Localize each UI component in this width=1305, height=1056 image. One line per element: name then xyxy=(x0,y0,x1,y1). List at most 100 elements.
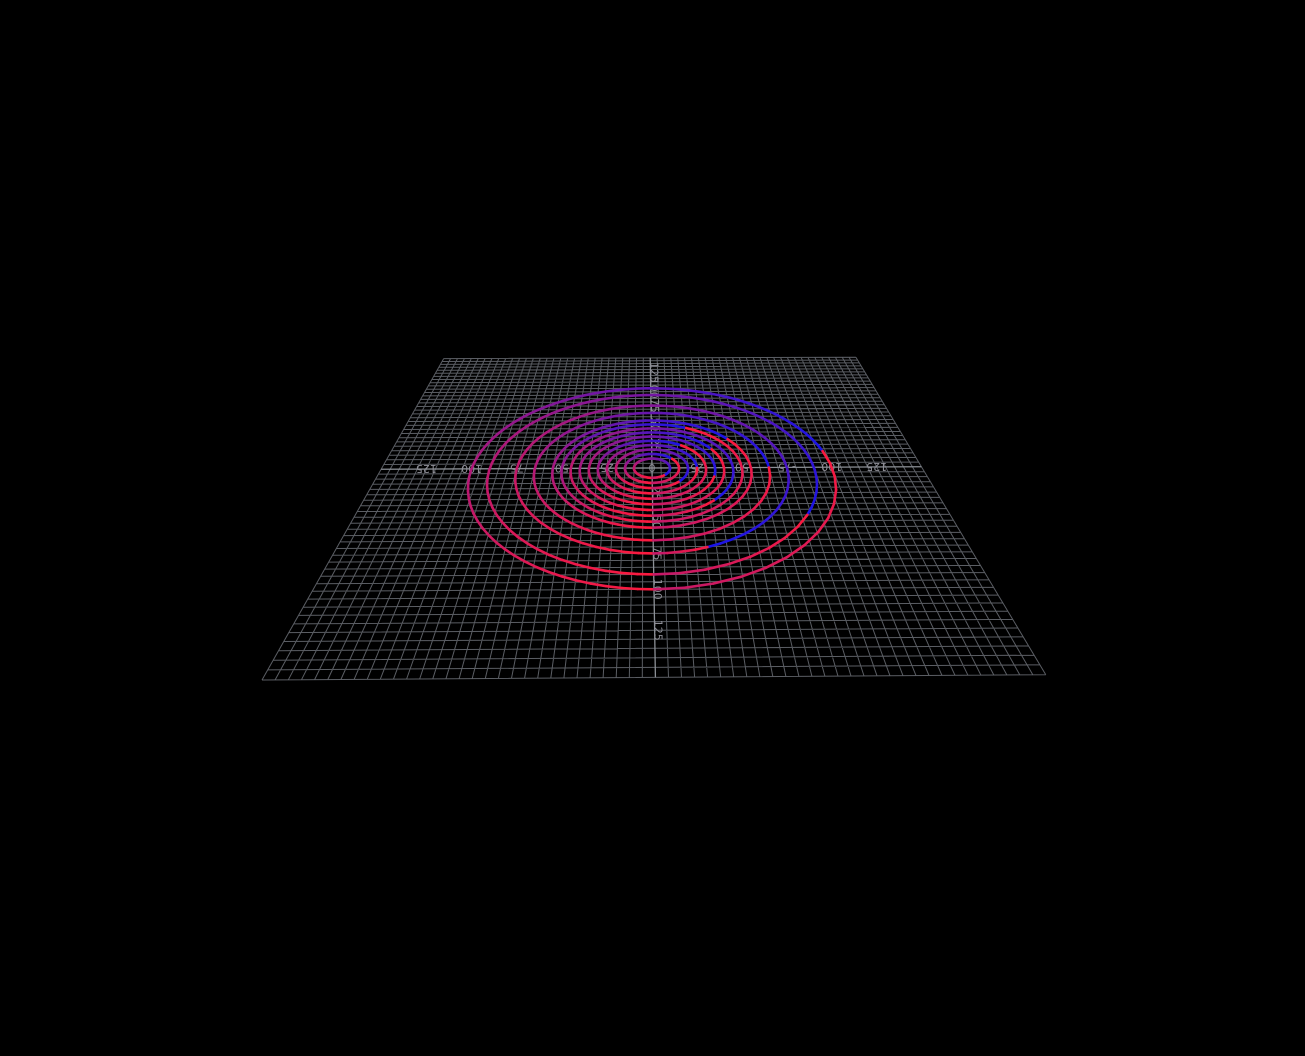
ring-segment xyxy=(625,387,639,391)
ring-segment xyxy=(717,521,734,531)
ring-segment xyxy=(507,528,519,538)
ring-segment xyxy=(731,532,746,541)
ring-segment xyxy=(622,550,640,555)
ring-segment xyxy=(757,405,769,412)
ring-segment xyxy=(629,404,643,408)
x-axis-tick-label: 125 xyxy=(866,460,887,473)
ring-segment xyxy=(685,507,699,513)
ring-segment xyxy=(652,586,686,591)
ring-segment xyxy=(611,394,626,399)
ring-segment xyxy=(651,519,668,524)
ring-segment xyxy=(539,521,552,530)
ring-segment xyxy=(612,535,625,540)
ring-segment xyxy=(667,387,681,391)
ring-segment xyxy=(589,582,608,588)
ring-segment xyxy=(660,474,666,478)
ring-segment xyxy=(693,545,709,552)
ring-segment xyxy=(651,538,673,542)
ring-segment xyxy=(803,530,820,547)
ring-segment xyxy=(693,517,709,524)
ring-segment xyxy=(695,503,708,510)
ring-segment xyxy=(548,527,562,536)
ring-segment xyxy=(547,570,564,578)
ring-segment xyxy=(515,535,529,545)
ring-segment xyxy=(590,397,604,403)
ring-segment xyxy=(604,569,623,575)
ring-segment xyxy=(784,430,794,439)
ring-segment xyxy=(651,513,666,518)
ring-segment xyxy=(667,394,682,398)
ring-segment xyxy=(525,541,539,551)
ring-segment xyxy=(761,515,772,525)
ring-segment xyxy=(661,506,675,511)
ring-segment xyxy=(579,399,593,406)
ring-segment xyxy=(600,396,615,401)
ring-segment xyxy=(674,510,688,516)
ring-segment xyxy=(712,575,743,585)
ring-segment xyxy=(663,512,678,517)
ring-segment xyxy=(731,405,745,412)
ring-segment xyxy=(481,526,491,537)
ring-segment xyxy=(652,571,682,576)
ring-segment xyxy=(603,533,616,539)
ring-segment xyxy=(764,482,771,495)
ring-segment xyxy=(665,524,683,529)
ring-segment xyxy=(622,537,635,541)
x-axis-tick-label: 125 xyxy=(416,462,437,475)
scene-canvas: 12510075502502550-7510012512510075502525… xyxy=(261,356,1047,681)
ring-segment xyxy=(512,554,527,563)
ring-segment xyxy=(693,407,707,413)
ring-segment xyxy=(614,387,628,392)
ring-segment xyxy=(620,586,640,591)
ring-segment xyxy=(593,390,607,395)
ring-segment xyxy=(622,394,637,398)
ring-segment xyxy=(702,527,721,536)
ring-segment xyxy=(660,501,672,506)
ring-segment xyxy=(586,528,598,535)
ring-segment xyxy=(677,388,691,392)
ring-segment xyxy=(698,390,712,395)
ring-segment xyxy=(710,503,722,511)
ring-segment xyxy=(661,404,676,408)
ring-segment xyxy=(664,518,680,523)
ring-segment xyxy=(619,571,639,576)
ring-segment xyxy=(747,402,760,409)
ring-segment xyxy=(608,406,622,411)
ring-segment xyxy=(694,429,707,435)
ring-segment xyxy=(752,521,764,531)
ring-segment xyxy=(588,566,607,573)
ring-segment xyxy=(678,568,707,575)
ring-segment xyxy=(604,584,624,590)
ring-segment xyxy=(672,405,686,410)
ring-segment xyxy=(679,548,696,554)
ring-segment xyxy=(766,409,778,416)
ring-segment xyxy=(750,412,763,419)
ring-segment xyxy=(618,405,633,409)
ring-segment xyxy=(604,388,618,393)
ring-segment xyxy=(547,553,564,562)
ring-segment xyxy=(581,541,598,549)
ring-segment xyxy=(721,402,735,408)
ring-segment xyxy=(651,508,665,512)
ring-segment xyxy=(718,394,732,400)
ring-segment xyxy=(578,412,591,419)
z-axis-tick-label: 125 xyxy=(652,620,665,641)
ring-segment xyxy=(671,504,684,510)
3d-viewport[interactable]: 12510075502502550-7510012512510075502525… xyxy=(0,0,1305,1056)
ring-segment xyxy=(665,550,683,555)
ring-segment xyxy=(574,579,593,585)
ring-segment xyxy=(673,480,680,486)
ring-segment xyxy=(783,525,800,540)
ring-segment xyxy=(767,466,772,478)
ring-segment xyxy=(833,474,838,492)
ring-segment xyxy=(738,399,751,405)
ring-segment xyxy=(688,389,702,394)
ring-segment xyxy=(676,515,692,521)
ring-segment xyxy=(759,491,768,503)
ring-segment xyxy=(670,457,676,462)
ring-segment xyxy=(683,406,697,411)
x-axis-tick-label: 0 xyxy=(649,461,656,474)
ring-segment xyxy=(700,397,714,403)
ring-segment xyxy=(651,525,669,530)
ring-segment xyxy=(631,538,645,542)
